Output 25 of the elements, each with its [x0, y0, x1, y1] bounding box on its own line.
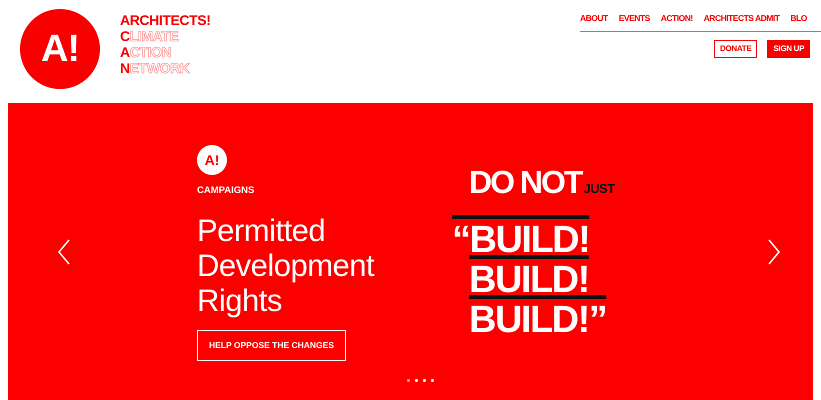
wordmark-line: CLIMATE — [120, 28, 180, 44]
slide-indicator[interactable] — [415, 379, 418, 382]
wordmark-line: NETWORK — [120, 60, 192, 76]
wordmark-line: ACTION — [120, 44, 172, 60]
struck-text: “BUILD! — [452, 220, 590, 260]
donate-button[interactable]: DONATE — [714, 40, 758, 58]
struck-text: BUILD! — [468, 260, 590, 300]
wordmark-line: ARCHITECTS! — [120, 12, 210, 28]
next-icon[interactable] — [767, 238, 781, 264]
struck-text: BUILD!” — [468, 300, 608, 340]
nav-link[interactable]: ABOUT — [580, 12, 608, 25]
nav-link[interactable]: ACTION! — [660, 12, 693, 25]
previous-icon[interactable] — [57, 238, 71, 264]
logo-mark[interactable]: A! — [20, 9, 100, 89]
slide-indicator[interactable] — [431, 379, 434, 382]
nav-link[interactable]: ARCHITECTS ADMIT — [704, 12, 780, 25]
category-label: CAMPAIGNS — [197, 184, 254, 198]
poster-heading: DO NOTJUST — [468, 165, 616, 202]
cta-button[interactable]: HELP OPPOSE THE CHANGES — [197, 330, 346, 361]
slide-indicator[interactable] — [423, 379, 426, 382]
campaign-logo: A! — [197, 145, 227, 175]
sign-up-button[interactable]: SIGN UP — [767, 40, 810, 58]
slide-title: Permitted Development Rights — [197, 213, 376, 318]
nav-link[interactable]: BLO — [790, 12, 807, 25]
nav-link[interactable]: EVENTS — [618, 12, 650, 25]
